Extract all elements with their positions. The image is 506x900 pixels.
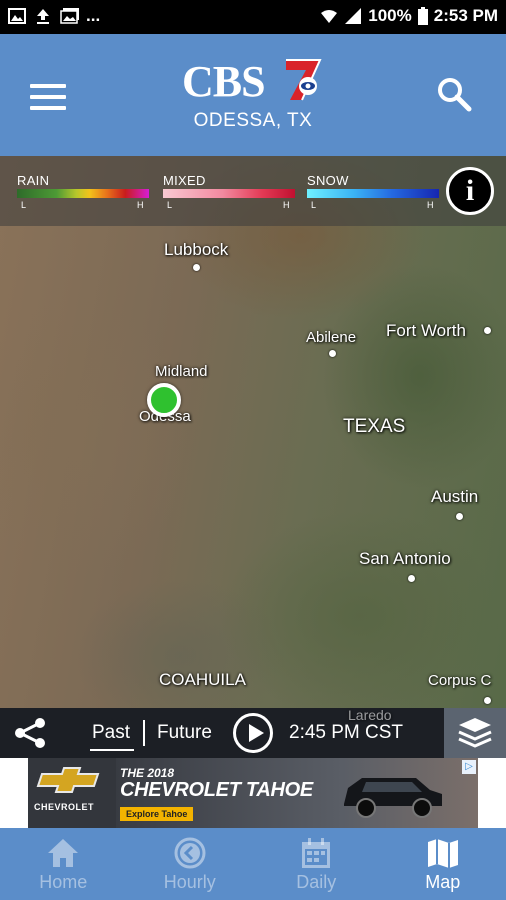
chevrolet-logo: CHEVROLET [28,758,116,828]
mixed-label: MIXED [163,173,206,188]
place-laredo: Laredo [348,707,392,723]
layers-icon [458,718,492,748]
past-tab[interactable]: Past [92,722,130,744]
nav-home[interactable]: Home [0,828,127,900]
status-bar: ... 100% 2:53 PM [0,0,506,34]
ad-banner: CHEVROLET THE 2018 CHEVROLET TAHOE Explo… [0,758,506,828]
rain-label: RAIN [17,173,50,188]
clock: 2:53 PM [433,6,498,25]
share-icon[interactable] [12,716,48,750]
app-header: CBS ODESSA, TX [0,34,506,156]
radar-playback-bar: Laredo Past Future 2:45 PM CST [0,707,506,758]
place-corpus-christi: Corpus C [428,672,492,689]
station-logo: CBS [182,56,332,106]
future-tab[interactable]: Future [157,722,212,744]
map-icon [427,839,458,868]
nav-hourly[interactable]: Hourly [127,828,254,900]
snow-label: SNOW [307,173,349,188]
logo-text: CBS [182,57,266,106]
clock-icon [174,837,206,869]
battery-percent: 100% [368,6,412,25]
city-dot [456,513,463,520]
place-lubbock: Lubbock [164,240,229,259]
snow-scale-bar [307,189,439,198]
rain-scale-bar [17,189,149,198]
place-coahuila: COAHUILA [159,670,246,689]
chevrolet-ad[interactable]: CHEVROLET THE 2018 CHEVROLET TAHOE Explo… [28,758,478,828]
place-texas: TEXAS [343,416,406,437]
layers-button[interactable] [444,708,506,758]
search-icon[interactable] [434,74,474,114]
wifi-icon [320,7,338,25]
place-midland: Midland [155,363,208,380]
suv-image [344,778,442,818]
more-notifications: ... [86,6,101,25]
snow-legend: SNOW L H [307,173,439,213]
mixed-legend: MIXED L H [163,173,295,213]
radar-map[interactable]: RAIN L H MIXED L H SNOW L H i Lubbock Ab… [0,156,506,708]
city-dot [329,350,336,357]
current-location-marker[interactable] [147,383,181,417]
bottom-nav: Home Hourly Daily Map [0,828,506,900]
logo-seven-mark [286,59,322,101]
ad-headline-small: THE 2018 [120,766,175,780]
battery-icon [417,7,428,25]
home-icon [48,839,79,867]
city-dot [193,264,200,271]
image-notification-icon [8,7,26,25]
hamburger-icon [30,84,66,88]
menu-button[interactable] [30,84,66,110]
city-dot [408,575,415,582]
mixed-scale-bar [163,189,295,198]
place-san-antonio: San Antonio [359,549,451,568]
play-button[interactable] [233,713,273,753]
city-dot [484,327,491,334]
place-austin: Austin [431,487,479,506]
city-dot [484,697,491,704]
calendar-icon [302,838,331,868]
nav-map[interactable]: Map [380,828,506,900]
upload-notification-icon [34,7,52,25]
info-icon[interactable]: i [446,167,494,215]
radar-timestamp: 2:45 PM CST [289,722,404,743]
tab-divider [143,720,145,746]
ad-headline-large: CHEVROLET TAHOE [120,779,313,801]
gallery-notification-icon [60,7,79,25]
past-tab-indicator [90,749,134,751]
location-label: ODESSA, TX [193,110,313,131]
place-fort-worth: Fort Worth [386,321,466,340]
rain-legend: RAIN L H [17,173,149,213]
adchoices-icon[interactable]: ▷ [462,760,476,774]
signal-icon [344,7,362,25]
nav-daily[interactable]: Daily [253,828,380,900]
ad-cta-button[interactable]: Explore Tahoe [120,807,194,821]
chevrolet-bowtie-icon [36,767,100,793]
precip-legend: RAIN L H MIXED L H SNOW L H i [0,156,506,226]
place-abilene: Abilene [306,329,357,346]
